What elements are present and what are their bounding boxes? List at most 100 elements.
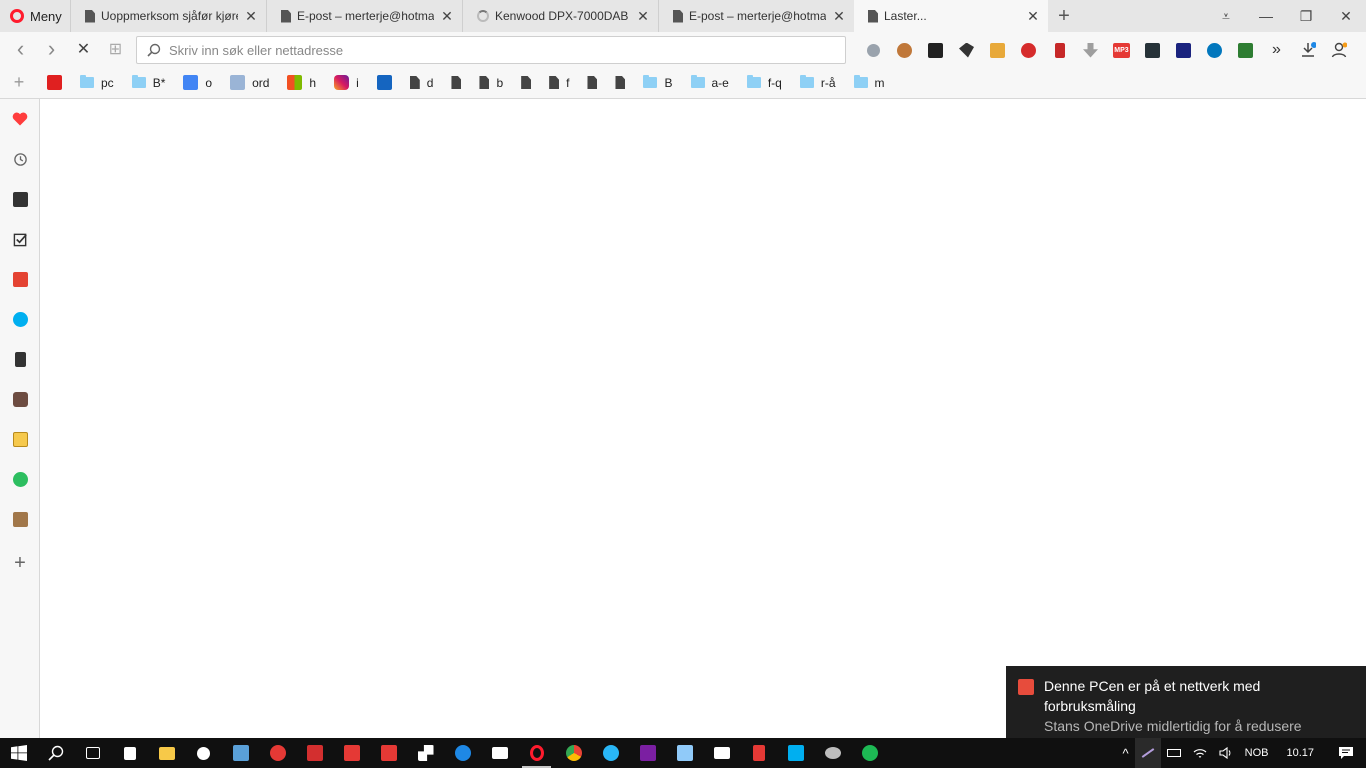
- bird-extension-icon[interactable]: [951, 36, 982, 64]
- restore-button[interactable]: ❐: [1286, 0, 1326, 32]
- account-icon[interactable]: [1323, 36, 1354, 64]
- volume-icon[interactable]: [1213, 738, 1239, 768]
- calculator-icon[interactable]: [740, 738, 777, 768]
- mp3-extension-icon[interactable]: MP3: [1106, 36, 1137, 64]
- notepad-icon[interactable]: [666, 738, 703, 768]
- notes-icon[interactable]: [11, 430, 29, 448]
- bookmark-folder[interactable]: m: [845, 71, 894, 95]
- search-input[interactable]: [169, 42, 845, 58]
- file-explorer-icon[interactable]: [148, 738, 185, 768]
- bookmark-folder[interactable]: B: [634, 71, 681, 95]
- chrome-icon[interactable]: [555, 738, 592, 768]
- close-icon[interactable]: ✕: [1026, 8, 1040, 25]
- todoist-icon[interactable]: [11, 270, 29, 288]
- tab-menu-icon[interactable]: ⩡: [1206, 0, 1246, 32]
- bird-app-icon[interactable]: [592, 738, 629, 768]
- music-extension-icon[interactable]: [1199, 36, 1230, 64]
- skype-icon[interactable]: [11, 310, 29, 328]
- flag-extension-icon[interactable]: [1044, 36, 1075, 64]
- favorites-heart-icon[interactable]: [11, 110, 29, 128]
- control-panel-icon[interactable]: [222, 738, 259, 768]
- red-app-icon[interactable]: [259, 738, 296, 768]
- bookmark-item[interactable]: [38, 71, 71, 95]
- screen-extension-icon[interactable]: [1137, 36, 1168, 64]
- windows-start-icon[interactable]: [0, 738, 37, 768]
- bookmark-item[interactable]: b: [470, 71, 512, 95]
- tab-active[interactable]: Laster... ✕: [854, 0, 1048, 32]
- lock-app-icon[interactable]: [370, 738, 407, 768]
- search-extension-icon[interactable]: [858, 36, 889, 64]
- speed-dial-button[interactable]: ⊞: [100, 34, 131, 64]
- bookmark-item[interactable]: [606, 71, 634, 95]
- wifi-icon[interactable]: [1187, 738, 1213, 768]
- close-icon[interactable]: ✕: [440, 8, 454, 25]
- bookmark-item[interactable]: [442, 71, 470, 95]
- clock-time[interactable]: 10.17: [1274, 738, 1326, 768]
- bookmark-folder[interactable]: pc: [71, 71, 123, 95]
- window-extension-icon[interactable]: [1168, 36, 1199, 64]
- search-icon[interactable]: [37, 738, 74, 768]
- bookmark-folder[interactable]: a-e: [682, 71, 738, 95]
- back-button[interactable]: ‹: [5, 34, 36, 64]
- monkey-extension-icon[interactable]: [889, 36, 920, 64]
- bookmark-item[interactable]: [512, 71, 540, 95]
- extensions-overflow-icon[interactable]: »: [1261, 36, 1292, 64]
- skype-icon[interactable]: [777, 738, 814, 768]
- bookmark-item[interactable]: o: [174, 71, 221, 95]
- close-icon[interactable]: ✕: [832, 8, 846, 25]
- bookmark-item[interactable]: [578, 71, 606, 95]
- spotify-icon[interactable]: [851, 738, 888, 768]
- network-app-icon[interactable]: [407, 738, 444, 768]
- edge-icon[interactable]: [444, 738, 481, 768]
- tab[interactable]: E-post – merterje@hotmai ✕: [658, 0, 854, 32]
- history-icon[interactable]: [11, 150, 29, 168]
- opera-menu-button[interactable]: Meny: [0, 0, 70, 32]
- bookmark-item[interactable]: i: [325, 71, 368, 95]
- stop-button[interactable]: ✕: [68, 34, 99, 64]
- notification-toast[interactable]: Denne PCen er på et nettverk med forbruk…: [1006, 666, 1366, 738]
- pen-app-icon[interactable]: [296, 738, 333, 768]
- owl-app-icon[interactable]: [814, 738, 851, 768]
- tab[interactable]: Kenwood DPX-7000DAB - ✕: [462, 0, 658, 32]
- note-extension-icon[interactable]: [920, 36, 951, 64]
- bookmark-item[interactable]: h: [278, 71, 325, 95]
- bookmark-item[interactable]: [368, 71, 401, 95]
- calculator-icon[interactable]: [11, 350, 29, 368]
- mail-icon[interactable]: [481, 738, 518, 768]
- tab[interactable]: E-post – merterje@hotmai ✕: [266, 0, 462, 32]
- show-hidden-icons-chevron-icon[interactable]: ^: [1117, 738, 1135, 768]
- close-icon[interactable]: ✕: [244, 8, 258, 25]
- clock-icon[interactable]: [11, 190, 29, 208]
- add-bookmark-button[interactable]: +: [0, 72, 38, 93]
- store-icon[interactable]: [111, 738, 148, 768]
- action-center-icon[interactable]: [1326, 738, 1366, 768]
- settings-gear-icon[interactable]: [185, 738, 222, 768]
- bookmark-folder[interactable]: B*: [123, 71, 175, 95]
- onenote-icon[interactable]: [629, 738, 666, 768]
- close-icon[interactable]: ✕: [636, 8, 650, 25]
- new-tab-button[interactable]: +: [1048, 0, 1080, 32]
- tab[interactable]: Uoppmerksom sjåfør kjøre ✕: [70, 0, 266, 32]
- bookmark-item[interactable]: f: [540, 71, 578, 95]
- bookmark-item[interactable]: d: [401, 71, 443, 95]
- downloads-icon[interactable]: [1292, 36, 1323, 64]
- book-extension-icon[interactable]: [982, 36, 1013, 64]
- evernote-icon[interactable]: [11, 470, 29, 488]
- task-view-icon[interactable]: [74, 738, 111, 768]
- tasks-icon[interactable]: [11, 230, 29, 248]
- download-extension-icon[interactable]: [1075, 36, 1106, 64]
- forward-button[interactable]: ›: [36, 34, 67, 64]
- camera-icon[interactable]: [703, 738, 740, 768]
- input-language[interactable]: NOB: [1239, 738, 1275, 768]
- add-sidebar-item-button[interactable]: +: [11, 552, 29, 574]
- camera-icon[interactable]: [11, 390, 29, 408]
- bookmark-folder[interactable]: r-å: [791, 71, 845, 95]
- battery-icon[interactable]: [1161, 738, 1187, 768]
- bars-app-icon[interactable]: [333, 738, 370, 768]
- opera-taskbar-icon[interactable]: [518, 738, 555, 768]
- rings-extension-icon[interactable]: [1013, 36, 1044, 64]
- box-icon[interactable]: [11, 510, 29, 528]
- bookmark-item[interactable]: ord: [221, 71, 278, 95]
- address-bar[interactable]: [136, 36, 846, 64]
- bookmark-folder[interactable]: f-q: [738, 71, 791, 95]
